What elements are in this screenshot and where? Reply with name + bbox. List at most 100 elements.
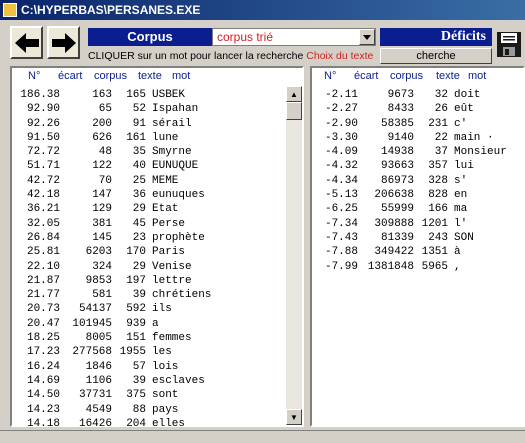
word-cell[interactable]: prophète [146,231,205,245]
word-cell[interactable]: SON [448,231,474,245]
score-cell: -7.99 [324,260,358,273]
word-cell[interactable]: MEME [146,174,178,188]
word-cell[interactable]: chrétiens [146,288,211,302]
word-cell[interactable]: ma [448,202,467,216]
word-cell[interactable]: femmes [146,331,192,345]
list-item[interactable]: 21.77 581 39 chrétiens [16,288,211,302]
text-count-cell: 1955 [119,346,146,359]
list-item[interactable]: -5.13 206638 828 en [322,188,507,202]
deficits-label: Déficits [380,28,492,46]
list-item[interactable]: 36.21 129 29 Etat [16,202,211,216]
list-item[interactable]: 32.05 381 45 Perse [16,217,211,231]
word-cell[interactable]: EUNUQUE [146,159,198,173]
list-item[interactable]: 14.50 37731 375 sont [16,388,211,402]
list-item[interactable]: -4.34 86973 328 s' [322,174,507,188]
header-corpus: corpus [94,70,128,82]
list-item[interactable]: 42.18 147 36 eunuques [16,188,211,202]
corpus-select[interactable]: corpus trié [212,28,376,46]
list-item[interactable]: 42.72 70 25 MEME [16,174,211,188]
word-cell[interactable]: à [448,245,461,259]
word-cell[interactable]: Monsieur [448,145,507,159]
list-item[interactable]: -7.43 81339 243 SON [322,231,507,245]
word-cell[interactable]: ils [146,302,172,316]
header-corpus: corpus [390,70,424,82]
word-cell[interactable]: doit [448,88,480,102]
corpus-count-cell: 70 [98,174,112,187]
score-cell: 14.50 [26,389,60,402]
word-cell[interactable]: esclaves [146,374,205,388]
list-item[interactable]: 22.10 324 29 Venise [16,260,211,274]
word-cell[interactable]: lettre [146,274,192,288]
vertical-scrollbar[interactable]: ▲ ▼ [286,86,302,425]
list-item[interactable]: -2.27 8433 26 eût [322,102,507,116]
list-item[interactable]: 14.18 16426 204 elles [16,417,211,431]
list-item[interactable]: 91.50 626 161 lune [16,131,211,145]
search-button[interactable]: cherche [380,48,492,64]
word-cell[interactable]: , [448,260,461,274]
word-cell[interactable]: Etat [146,202,178,216]
word-cell[interactable]: main · [448,131,494,145]
text-count-cell: 939 [126,317,146,330]
word-cell[interactable]: lui [448,159,474,173]
list-item[interactable]: 51.71 122 40 EUNUQUE [16,159,211,173]
score-cell: 21.87 [26,274,60,287]
word-cell[interactable]: sérail [146,117,192,131]
list-item[interactable]: 16.24 1846 57 lois [16,360,211,374]
word-cell[interactable]: eunuques [146,188,205,202]
scroll-up-icon[interactable]: ▲ [286,86,302,102]
word-cell[interactable]: l' [448,217,467,231]
word-cell[interactable]: c' [448,117,467,131]
list-item[interactable]: 92.26 200 91 sérail [16,117,211,131]
scroll-thumb[interactable] [286,102,302,120]
list-item[interactable]: -3.30 9140 22 main · [322,131,507,145]
previous-button[interactable] [10,26,43,59]
list-item[interactable]: -7.88 349422 1351 à [322,245,507,259]
word-cell[interactable]: s' [448,174,467,188]
list-item[interactable]: 186.38 163 165 USBEK [16,88,211,102]
list-item[interactable]: -2.90 58385 231 c' [322,117,507,131]
word-cell[interactable]: a [146,317,159,331]
word-cell[interactable]: pays [146,403,178,417]
list-item[interactable]: -7.99 1381848 5965, [322,260,507,274]
word-cell[interactable]: lune [146,131,178,145]
next-button[interactable] [47,26,80,59]
corpus-count-cell: 581 [92,289,112,302]
word-cell[interactable]: eût [448,102,474,116]
list-item[interactable]: 26.84 145 23 prophète [16,231,211,245]
word-cell[interactable]: Smyrne [146,145,192,159]
list-item[interactable]: 92.90 65 52 Ispahan [16,102,211,116]
list-item[interactable]: -4.09 14938 37 Monsieur [322,145,507,159]
list-item[interactable]: -6.25 55999 166 ma [322,202,507,216]
text-count-cell: 166 [428,203,448,216]
list-item[interactable]: 18.25 8005 151 femmes [16,331,211,345]
list-item[interactable]: 17.23 277568 1955 les [16,345,211,359]
list-item[interactable]: 20.73 54137 592 ils [16,302,211,316]
scroll-down-icon[interactable]: ▼ [286,409,302,425]
word-cell[interactable]: Venise [146,260,192,274]
word-cell[interactable]: Perse [146,217,185,231]
word-cell[interactable]: les [146,345,172,359]
list-item[interactable]: 20.47 101945 939 a [16,317,211,331]
list-item[interactable]: 21.87 9853 197 lettre [16,274,211,288]
word-cell[interactable]: USBEK [146,88,185,102]
list-item[interactable]: 25.81 6203 170 Paris [16,245,211,259]
word-cell[interactable]: Ispahan [146,102,198,116]
corpus-label: Corpus [88,28,212,46]
word-cell[interactable]: en [448,188,467,202]
floppy-disk-icon[interactable] [496,30,522,58]
list-item[interactable]: -4.32 93663 357 lui [322,159,507,173]
list-item[interactable]: 14.23 4549 88 pays [16,403,211,417]
chevron-down-icon[interactable] [359,29,375,45]
corpus-count-cell: 1381848 [367,260,414,273]
list-item[interactable]: -7.34 309888 1201 l' [322,217,507,231]
list-item[interactable]: -2.11 9673 32 doit [322,88,507,102]
word-cell[interactable]: sont [146,388,178,402]
word-cell[interactable]: elles [146,417,185,431]
choose-text-link[interactable]: Choix du texte [306,50,373,62]
word-cell[interactable]: lois [146,360,178,374]
text-count-cell: 22 [434,131,448,144]
word-cell[interactable]: Paris [146,245,185,259]
list-item[interactable]: 72.72 48 35 Smyrne [16,145,211,159]
corpus-count-cell: 381 [92,217,112,230]
list-item[interactable]: 14.69 1106 39 esclaves [16,374,211,388]
